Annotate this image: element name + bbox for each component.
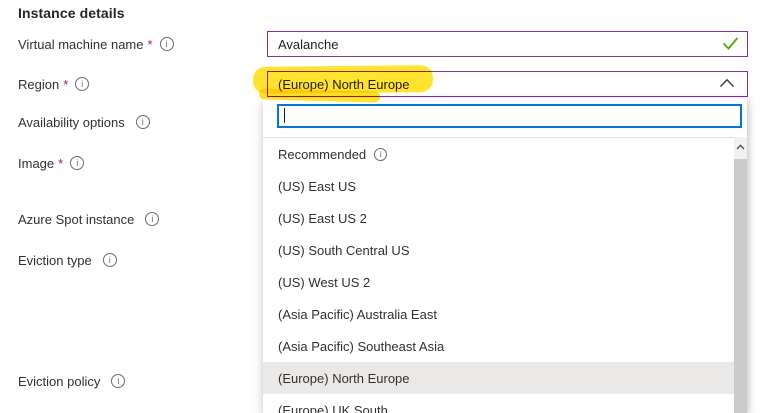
field-label-text: Azure Spot instance xyxy=(18,212,134,227)
info-icon[interactable] xyxy=(145,212,159,226)
vm-name-input[interactable] xyxy=(267,31,748,57)
field-label-eviction-policy: Eviction policy xyxy=(18,372,125,390)
info-icon[interactable] xyxy=(70,156,84,170)
azure-vm-create-instance-details: Instance details Virtual machine name * … xyxy=(0,0,769,413)
group-label: Recommended xyxy=(278,147,366,162)
section-title: Instance details xyxy=(18,5,125,21)
region-option[interactable]: (US) East US 2 xyxy=(263,202,734,234)
region-option[interactable]: (Asia Pacific) Southeast Asia xyxy=(263,330,734,362)
field-label-text: Region xyxy=(18,77,59,92)
field-label-text: Virtual machine name xyxy=(18,37,144,52)
region-filter-input[interactable] xyxy=(277,104,742,128)
info-icon[interactable] xyxy=(103,253,117,267)
field-label-text: Eviction type xyxy=(18,253,92,268)
scrollbar-thumb[interactable] xyxy=(734,159,747,413)
field-label-eviction-type: Eviction type xyxy=(18,251,117,269)
region-option[interactable]: (Asia Pacific) Australia East xyxy=(263,298,734,330)
region-option-selected[interactable]: (Europe) North Europe xyxy=(263,362,734,394)
info-icon[interactable] xyxy=(136,115,150,129)
region-option-list: Recommended (US) East US (US) East US 2 … xyxy=(263,137,734,413)
region-option[interactable]: (US) West US 2 xyxy=(263,266,734,298)
required-asterisk: * xyxy=(63,77,68,92)
field-label-virtual-machine-name: Virtual machine name * xyxy=(18,35,174,53)
info-icon[interactable] xyxy=(160,37,174,51)
region-option[interactable]: (US) East US xyxy=(263,170,734,202)
field-label-azure-spot-instance: Azure Spot instance xyxy=(18,210,159,228)
required-asterisk: * xyxy=(148,37,153,52)
region-option[interactable]: (Europe) UK South xyxy=(263,394,734,413)
region-dropdown-panel: Recommended (US) East US (US) East US 2 … xyxy=(263,98,747,413)
field-label-availability-options: Availability options xyxy=(18,113,150,131)
field-label-text: Availability options xyxy=(18,115,125,130)
info-icon[interactable] xyxy=(374,148,387,161)
scrollbar-up-button[interactable] xyxy=(734,137,747,157)
text-cursor xyxy=(284,108,285,123)
field-label-text: Eviction policy xyxy=(18,374,100,389)
field-label-region: Region * xyxy=(18,75,89,93)
info-icon[interactable] xyxy=(111,374,125,388)
field-label-image: Image * xyxy=(18,154,84,172)
option-group-header: Recommended xyxy=(263,138,734,170)
dropdown-scrollbar[interactable] xyxy=(734,137,747,413)
field-label-text: Image xyxy=(18,156,54,171)
region-option[interactable]: (US) South Central US xyxy=(263,234,734,266)
info-icon[interactable] xyxy=(75,77,89,91)
required-asterisk: * xyxy=(58,156,63,171)
scroll-up-arrow-icon xyxy=(736,144,745,150)
